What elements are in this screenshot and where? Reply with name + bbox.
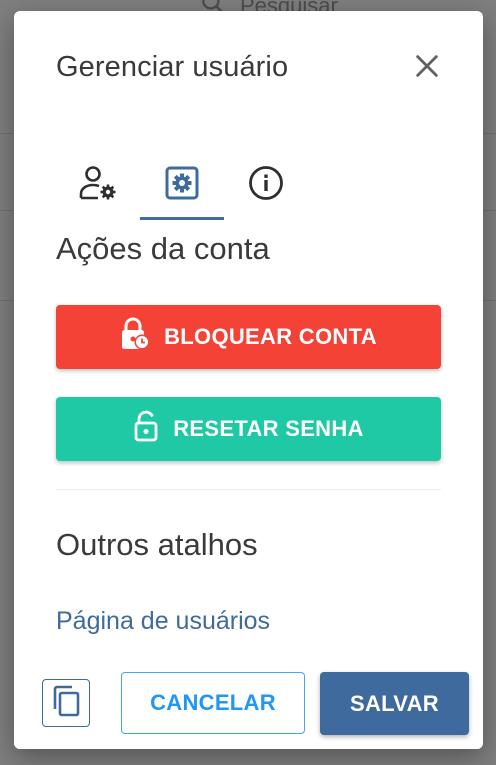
tab-user-settings[interactable]	[56, 151, 140, 219]
account-actions-title: Ações da conta	[56, 231, 270, 266]
lock-account-button[interactable]: BLOQUEAR CONTA	[56, 305, 441, 369]
lock-account-label: BLOQUEAR CONTA	[164, 324, 377, 349]
copy-icon	[51, 685, 81, 722]
cancel-button[interactable]: CANCELAR	[121, 672, 305, 734]
shortcuts-title: Outros atalhos	[56, 527, 258, 562]
save-button[interactable]: SALVAR	[320, 672, 469, 735]
close-icon	[413, 52, 441, 85]
dialog-tabs	[56, 151, 296, 221]
section-divider	[56, 489, 441, 490]
close-button[interactable]	[410, 51, 444, 85]
reset-password-button[interactable]: RESETAR SENHA	[56, 397, 441, 461]
copy-button[interactable]	[42, 679, 90, 727]
tab-info[interactable]	[224, 151, 308, 219]
user-settings-icon	[78, 165, 118, 206]
users-page-link[interactable]: Página de usuários	[56, 607, 270, 636]
reset-password-label: RESETAR SENHA	[173, 416, 364, 441]
tab-account-settings[interactable]	[140, 151, 224, 219]
lock-clock-icon	[120, 317, 150, 357]
lock-open-icon	[133, 410, 159, 448]
settings-box-icon	[165, 166, 199, 205]
dialog-title: Gerenciar usuário	[56, 51, 289, 83]
dialog-footer: CANCELAR SALVAR	[14, 661, 483, 749]
tab-indicator	[140, 217, 224, 220]
info-icon	[248, 165, 284, 206]
manage-user-dialog: Gerenciar usuário Ações da conta BLOQUEA…	[14, 11, 483, 749]
